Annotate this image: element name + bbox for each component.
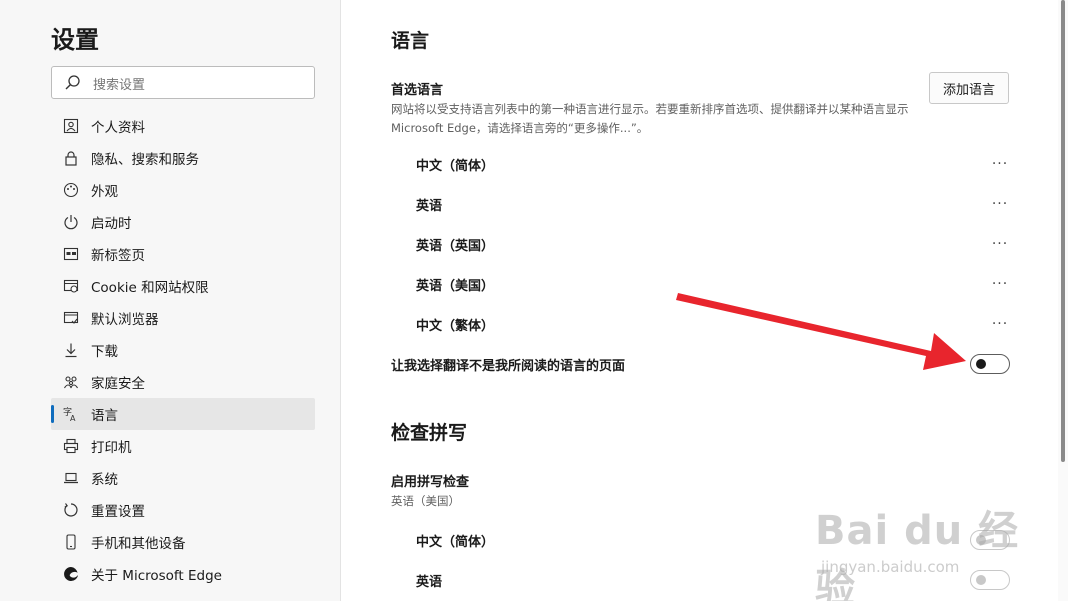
- sidebar-item-cookies[interactable]: Cookie 和网站权限: [51, 270, 315, 302]
- sidebar-item-languages[interactable]: 字A 语言: [51, 398, 315, 430]
- sidebar-item-label: 默认浏览器: [91, 312, 159, 328]
- translate-toggle-label: 让我选择翻译不是我所阅读的语言的页面: [391, 358, 626, 374]
- language-name: 英语（英国）: [416, 238, 495, 254]
- search-placeholder: 搜索设置: [93, 78, 146, 93]
- sidebar-item-appearance[interactable]: 外观: [51, 174, 315, 206]
- sidebar-item-default-browser[interactable]: 默认浏览器: [51, 302, 315, 334]
- edge-logo-icon: [63, 566, 79, 582]
- sidebar-item-phone[interactable]: 手机和其他设备: [51, 526, 315, 558]
- preferred-languages-description: 网站将以受支持语言列表中的第一种语言进行显示。若要重新排序首选项、提供翻译并以某…: [391, 102, 909, 135]
- language-icon: 字A: [63, 406, 79, 422]
- sidebar-item-label: 关于 Microsoft Edge: [91, 568, 222, 584]
- watermark: Bai du 经验 jingyan.baidu.com: [815, 478, 1035, 601]
- sidebar-item-label: 重置设置: [91, 504, 145, 520]
- more-actions-button[interactable]: ···: [990, 236, 1010, 252]
- more-actions-button[interactable]: ···: [990, 156, 1010, 172]
- watermark-url: jingyan.baidu.com: [821, 558, 960, 576]
- sidebar-item-downloads[interactable]: 下载: [51, 334, 315, 366]
- sidebar-item-label: Cookie 和网站权限: [91, 280, 209, 296]
- lock-icon: [63, 150, 79, 166]
- sidebar-item-label: 家庭安全: [91, 376, 145, 392]
- download-icon: [63, 342, 79, 358]
- language-row: 中文（繁体） ···: [416, 312, 1010, 336]
- language-name: 中文（繁体）: [416, 318, 495, 334]
- translate-setting-row: 让我选择翻译不是我所阅读的语言的页面: [391, 352, 1010, 376]
- sidebar-item-startup[interactable]: 启动时: [51, 206, 315, 238]
- sidebar-item-family[interactable]: 家庭安全: [51, 366, 315, 398]
- spellcheck-current-language: 英语（美国）: [391, 494, 460, 508]
- laptop-icon: [63, 470, 79, 486]
- language-name: 英语: [416, 574, 443, 590]
- page-title: 语言: [391, 30, 430, 52]
- language-name: 中文（简体）: [416, 158, 495, 174]
- power-icon: [63, 214, 79, 230]
- profile-icon: [63, 118, 79, 134]
- settings-nav: 个人资料 隐私、搜索和服务 外观 启动时 新标签页 Cookie 和网站权限 默…: [51, 110, 315, 590]
- more-actions-button[interactable]: ···: [990, 316, 1010, 332]
- language-row: 英语 ···: [416, 192, 1010, 216]
- sidebar-item-label: 语言: [91, 408, 118, 424]
- sidebar-title: 设置: [51, 26, 99, 54]
- translate-toggle[interactable]: [970, 354, 1010, 374]
- sidebar-item-label: 系统: [91, 472, 118, 488]
- spellcheck-title: 启用拼写检查: [391, 475, 470, 490]
- default-browser-icon: [63, 310, 79, 326]
- reset-icon: [63, 502, 79, 518]
- language-name: 英语: [416, 198, 443, 214]
- search-icon: [65, 75, 80, 90]
- search-input[interactable]: 搜索设置: [51, 66, 315, 99]
- sidebar-item-system[interactable]: 系统: [51, 462, 315, 494]
- scrollbar-thumb[interactable]: [1061, 0, 1065, 462]
- language-row: 英语（美国） ···: [416, 272, 1010, 296]
- settings-sidebar: 设置 搜索设置 个人资料 隐私、搜索和服务 外观 启动时 新标签页 Cookie…: [0, 0, 341, 601]
- add-language-button[interactable]: 添加语言: [929, 72, 1009, 104]
- sidebar-item-label: 启动时: [91, 216, 132, 232]
- palette-icon: [63, 182, 79, 198]
- language-row: 中文（简体） ···: [416, 152, 1010, 176]
- language-row: 英语（英国） ···: [416, 232, 1010, 256]
- site-permissions-icon: [63, 278, 79, 294]
- sidebar-item-profile[interactable]: 个人资料: [51, 110, 315, 142]
- spellcheck-heading: 检查拼写: [391, 422, 468, 444]
- new-tab-icon: [63, 246, 79, 262]
- sidebar-item-label: 手机和其他设备: [91, 536, 186, 552]
- watermark-logo: Bai du 经验: [815, 508, 1020, 601]
- sidebar-item-label: 个人资料: [91, 120, 145, 136]
- sidebar-item-label: 下载: [91, 344, 118, 360]
- more-actions-button[interactable]: ···: [990, 196, 1010, 212]
- sidebar-item-printers[interactable]: 打印机: [51, 430, 315, 462]
- sidebar-item-new-tab[interactable]: 新标签页: [51, 238, 315, 270]
- sidebar-item-about[interactable]: 关于 Microsoft Edge: [51, 558, 315, 590]
- more-actions-button[interactable]: ···: [990, 276, 1010, 292]
- family-icon: [63, 374, 79, 390]
- printer-icon: [63, 438, 79, 454]
- language-name: 英语（美国）: [416, 278, 495, 294]
- sidebar-item-privacy[interactable]: 隐私、搜索和服务: [51, 142, 315, 174]
- svg-text:A: A: [70, 414, 76, 422]
- sidebar-item-label: 隐私、搜索和服务: [91, 152, 199, 168]
- language-name: 中文（简体）: [416, 534, 495, 550]
- sidebar-item-label: 打印机: [91, 440, 132, 456]
- sidebar-item-reset[interactable]: 重置设置: [51, 494, 315, 526]
- scrollbar[interactable]: [1058, 0, 1068, 601]
- phone-icon: [63, 534, 79, 550]
- sidebar-item-label: 新标签页: [91, 248, 145, 264]
- toggle-knob: [976, 359, 986, 369]
- preferred-languages-title: 首选语言: [391, 83, 444, 98]
- sidebar-item-label: 外观: [91, 184, 118, 200]
